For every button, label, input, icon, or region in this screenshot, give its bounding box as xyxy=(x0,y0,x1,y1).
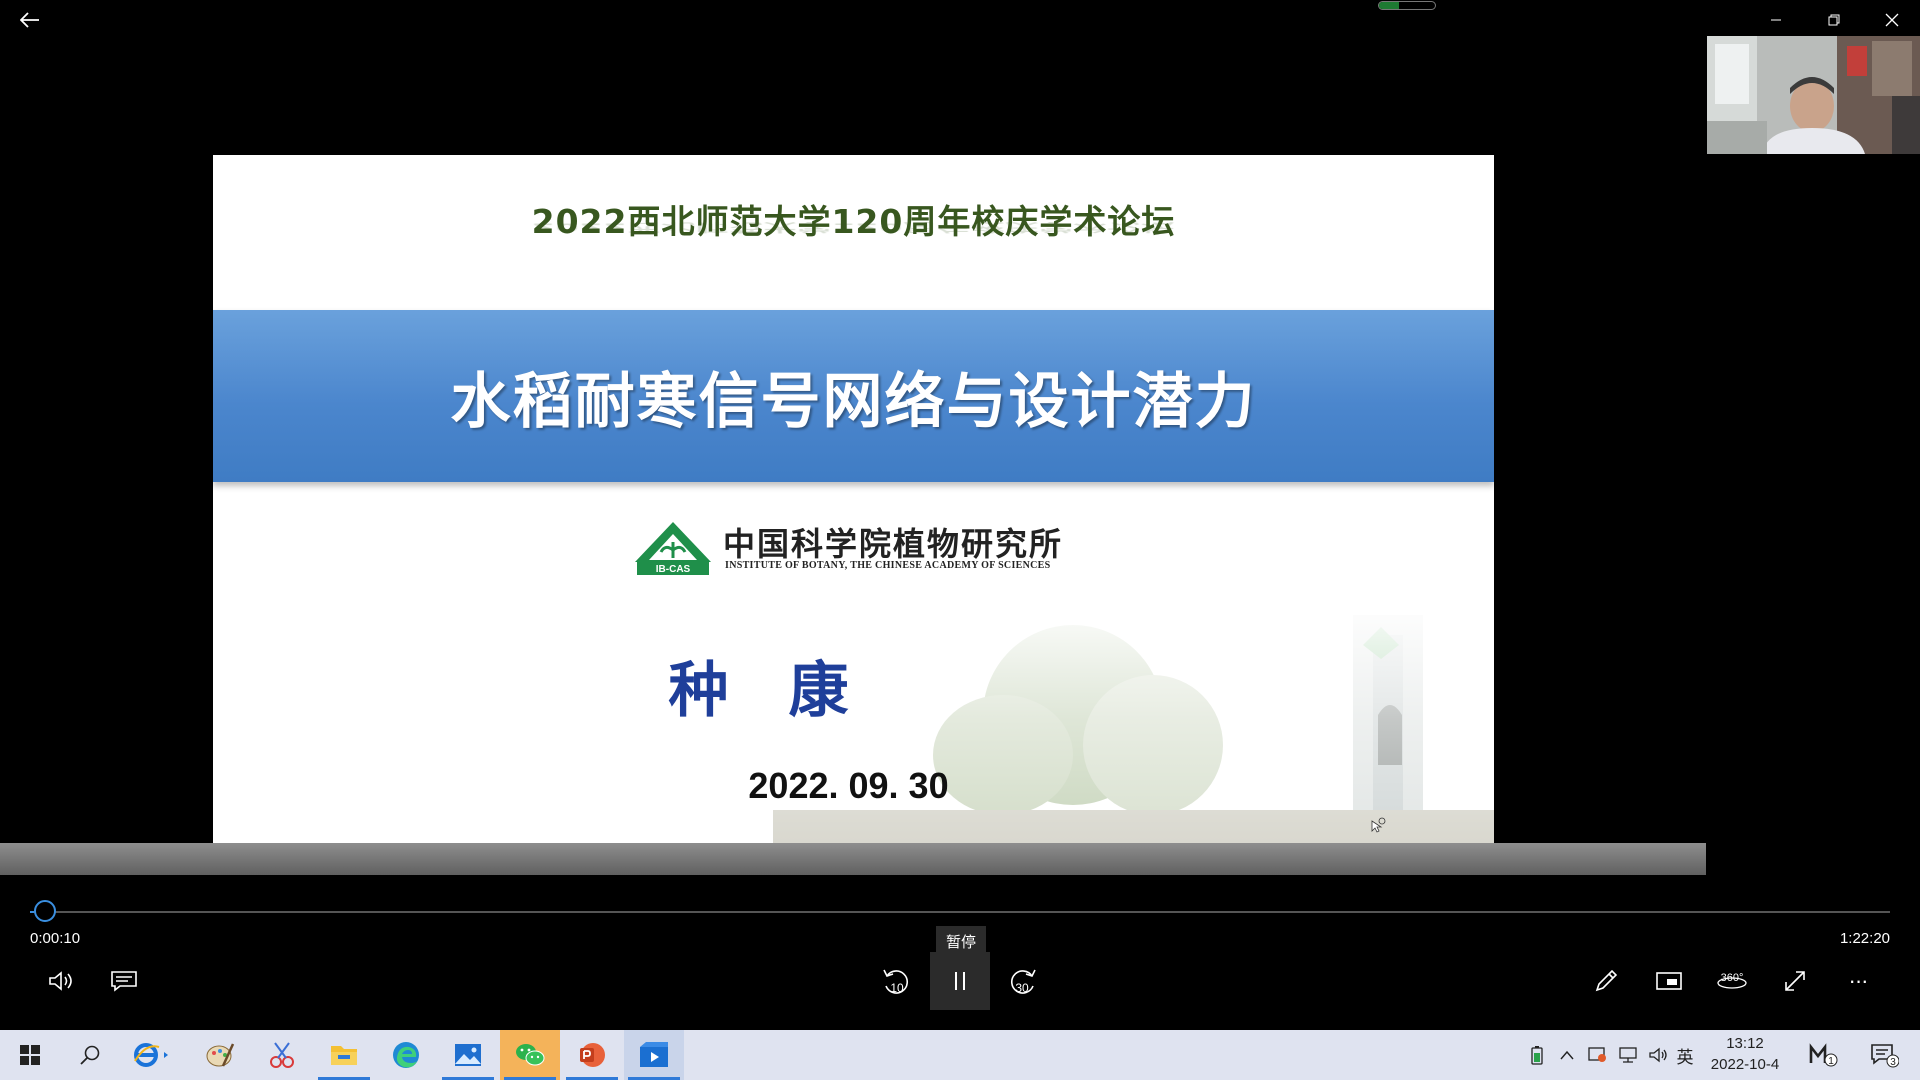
forward-30-icon: 30 xyxy=(1011,969,1036,995)
action-center-button[interactable]: 3 xyxy=(1864,1030,1904,1080)
title-banner: 水稻耐寒信号网络与设计潜力 xyxy=(213,310,1494,482)
top-indicator xyxy=(1378,1,1436,10)
m-app-badge: 1 xyxy=(1828,1056,1834,1067)
mini-view-button[interactable] xyxy=(1643,955,1695,1007)
fullscreen-button[interactable] xyxy=(1769,955,1821,1007)
top-indicator-fill xyxy=(1379,2,1399,9)
360-view-button[interactable]: 360° xyxy=(1706,955,1758,1007)
captions-button[interactable] xyxy=(98,955,150,1007)
back-button[interactable] xyxy=(14,6,46,34)
taskbar-paint[interactable] xyxy=(190,1030,250,1080)
rewind-10-icon: 10 xyxy=(883,969,908,995)
author-name: 种康 xyxy=(668,656,909,726)
taskbar-wechat[interactable] xyxy=(500,1030,560,1080)
battery-icon xyxy=(1531,1046,1543,1065)
search-button[interactable] xyxy=(60,1030,120,1080)
360-label: 360° xyxy=(1721,972,1744,984)
start-icon xyxy=(20,1045,40,1065)
volume-button[interactable] xyxy=(35,955,87,1007)
snip-icon xyxy=(270,1042,294,1068)
captions-icon xyxy=(111,971,137,992)
talk-title: 水稻耐寒信号网络与设计潜力 xyxy=(450,366,1257,437)
rewind-seconds: 10 xyxy=(890,981,904,995)
arrow-left-icon xyxy=(20,12,39,28)
tray-app-icon[interactable] xyxy=(1584,1030,1612,1080)
total-time: 1:22:20 xyxy=(1839,930,1890,947)
search-icon xyxy=(80,1045,100,1065)
minimize-icon xyxy=(1771,19,1781,21)
close-icon xyxy=(1885,13,1899,27)
tray-app-icon-glyph xyxy=(1588,1047,1606,1062)
powerpoint-icon xyxy=(580,1043,605,1067)
seek-thumb[interactable] xyxy=(33,900,56,922)
pause-icon xyxy=(955,972,965,990)
webcam-image xyxy=(1707,36,1920,154)
network-icon xyxy=(1619,1047,1637,1063)
ie-icon xyxy=(134,1043,168,1067)
webcam-feed xyxy=(1707,36,1920,154)
mini-view-icon xyxy=(1656,972,1682,990)
seek-bar[interactable] xyxy=(30,911,1890,913)
restore-button[interactable] xyxy=(1806,0,1862,40)
institute-name-cn: 中国科学院植物研究所 xyxy=(723,525,1064,563)
tray-clock[interactable]: 13:12 2022-10-4 xyxy=(1695,1033,1795,1075)
close-button[interactable] xyxy=(1864,0,1920,40)
taskbar-powerpoint[interactable] xyxy=(562,1030,622,1080)
current-time: 0:00:10 xyxy=(30,930,81,947)
start-button[interactable] xyxy=(0,1030,60,1080)
pause-button[interactable] xyxy=(930,952,990,1010)
more-options-button[interactable]: ··· xyxy=(1832,955,1884,1007)
rewind-button[interactable]: 10 xyxy=(870,955,922,1007)
360-icon: 360° xyxy=(1717,972,1747,989)
taskbar-file-explorer[interactable] xyxy=(314,1030,374,1080)
notification-icon: 3 xyxy=(1871,1044,1899,1068)
notification-count: 3 xyxy=(1890,1057,1896,1068)
pen-icon xyxy=(1595,969,1618,992)
paint-icon xyxy=(206,1043,235,1067)
tray-m-app[interactable]: 1 xyxy=(1806,1030,1842,1080)
wechat-icon xyxy=(516,1044,545,1066)
minimize-button[interactable] xyxy=(1748,0,1804,40)
ibcas-logo-icon: IB-CAS xyxy=(635,522,711,575)
clock-time: 13:12 xyxy=(1726,1035,1764,1052)
video-letterbox-bar xyxy=(0,843,1706,875)
forward-seconds: 30 xyxy=(1015,981,1029,995)
chevron-up-icon xyxy=(1560,1050,1574,1060)
photos-icon xyxy=(455,1044,481,1066)
movies-tv-icon xyxy=(640,1042,668,1067)
file-explorer-icon xyxy=(331,1046,357,1065)
institute-name-en: INSTITUTE OF BOTANY, THE CHINESE ACADEMY… xyxy=(725,560,1051,571)
presentation-date: 2022. 09. 30 xyxy=(748,765,949,806)
restore-icon xyxy=(1828,14,1840,26)
tray-show-hidden[interactable] xyxy=(1554,1030,1580,1080)
pointer-cursor-icon xyxy=(1371,817,1386,833)
logo-text: IB-CAS xyxy=(656,564,691,575)
conference-title-reflection: 2022西北师范大学120周年校庆学术论坛 xyxy=(531,220,1176,235)
tray-battery[interactable] xyxy=(1524,1030,1550,1080)
volume-icon xyxy=(49,971,72,991)
forward-button[interactable]: 30 xyxy=(997,955,1049,1007)
edge-icon xyxy=(393,1042,419,1068)
fullscreen-icon xyxy=(1785,971,1805,991)
tray-volume[interactable] xyxy=(1644,1030,1672,1080)
taskbar-ie[interactable] xyxy=(122,1030,182,1080)
clock-date: 2022-10-4 xyxy=(1710,1056,1780,1073)
presentation-slide: 2022西北师范大学120周年校庆学术论坛 2022西北师范大学120周年校庆学… xyxy=(213,155,1494,843)
taskbar-snipping-tool[interactable] xyxy=(252,1030,312,1080)
pen-button[interactable] xyxy=(1580,955,1632,1007)
taskbar-photos[interactable] xyxy=(438,1030,498,1080)
m-app-icon: 1 xyxy=(1809,1043,1838,1067)
taskbar-movies-tv[interactable] xyxy=(624,1030,684,1080)
speaker-icon xyxy=(1649,1047,1667,1063)
tray-network[interactable] xyxy=(1614,1030,1642,1080)
taskbar-edge[interactable] xyxy=(376,1030,436,1080)
